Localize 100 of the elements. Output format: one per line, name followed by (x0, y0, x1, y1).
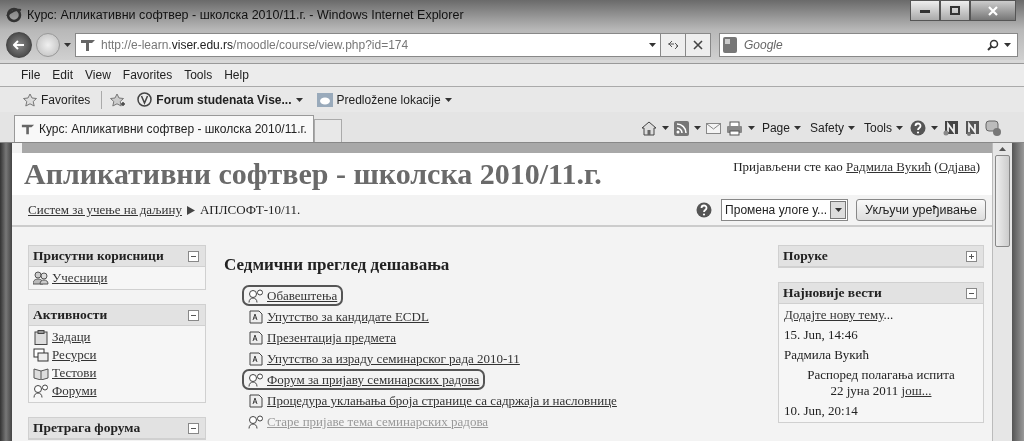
caret-icon[interactable] (295, 97, 303, 102)
edit-mode-button[interactable]: Укључи уређивање (856, 199, 986, 221)
block-title: Најновије вести (783, 285, 882, 301)
collapse-icon[interactable] (188, 250, 199, 262)
window-title: Курс: Апликативни софтвер - школска 2010/11.г. - Windows Internet Explorer (27, 8, 465, 22)
activity-link[interactable]: Обавештења (267, 288, 338, 303)
print-icon[interactable] (725, 120, 743, 136)
help-icon[interactable] (910, 120, 926, 136)
caret-icon[interactable] (896, 126, 903, 130)
clipboard-icon (33, 329, 49, 345)
caret-icon[interactable] (693, 126, 701, 130)
caret-icon[interactable] (848, 126, 855, 130)
command-menu[interactable]: Page (759, 120, 803, 136)
logout-link[interactable]: Одјава (938, 159, 976, 174)
feed-icon[interactable] (673, 120, 689, 136)
caret-icon[interactable] (661, 126, 669, 130)
news-text: Распоред полагања испита 22 јуна 2011 још... (806, 367, 956, 399)
caret-icon[interactable] (931, 126, 938, 130)
browser-tab[interactable]: Курс: Апликативни софтвер - школска 2010/11.г. (14, 115, 314, 142)
scroll-up-icon[interactable] (999, 147, 1006, 151)
close-button[interactable] (970, 0, 1016, 21)
sidebar-link[interactable]: Тестови (52, 365, 97, 381)
menu-item[interactable]: Edit (52, 68, 74, 82)
forum-icon (33, 384, 49, 398)
caret-icon[interactable] (64, 43, 71, 47)
section-heading: Седмични преглед дешавања (224, 255, 451, 275)
activity-link[interactable]: Упутство за кандидате ECDL (267, 309, 429, 324)
ellipsis-text: ... (883, 307, 894, 322)
login-status: Пријављени сте као (733, 159, 843, 174)
suggested-sites-icon (316, 92, 333, 107)
news-date: 15. Jun, 14:46 (784, 327, 859, 343)
menu-item[interactable]: Help (224, 68, 249, 82)
document-icon (248, 330, 264, 345)
role-select[interactable]: Промена улоге у... (721, 199, 849, 221)
caret-icon[interactable] (1004, 43, 1011, 47)
search-bar[interactable]: Google (719, 33, 1018, 57)
notebook-icon[interactable] (943, 120, 959, 136)
collapse-icon[interactable] (188, 309, 199, 321)
user-link[interactable]: Радмила Вукић (846, 159, 932, 174)
command-menu[interactable]: Tools (862, 120, 905, 136)
menu-item[interactable]: View (85, 68, 111, 82)
news-author: Радмила Вукић (784, 347, 871, 363)
maximize-icon (950, 6, 960, 15)
search-icon[interactable] (987, 39, 999, 51)
caret-icon[interactable] (444, 97, 452, 102)
sidebar-link[interactable]: Ресурси (52, 347, 97, 363)
block-title: Активности (33, 307, 108, 323)
menu-item[interactable]: Tools (184, 68, 213, 82)
breadcrumb-separator-icon (186, 205, 195, 215)
document-icon (248, 393, 264, 408)
close-icon (988, 5, 998, 16)
caret-icon[interactable] (793, 126, 801, 130)
stop-button[interactable] (685, 33, 711, 57)
block-title: Присутни корисници (33, 248, 164, 264)
caret-icon[interactable] (834, 208, 842, 212)
breadcrumb-current: АПЛСОФТ-10/11. (199, 202, 301, 218)
expand-icon[interactable] (966, 250, 977, 262)
breadcrumb-link[interactable]: Систем за учење на даљину (28, 202, 182, 218)
caret-icon[interactable] (649, 43, 656, 47)
site-icon (137, 92, 153, 107)
document-icon (248, 309, 264, 324)
favorites-link[interactable]: Predložene lokacije (313, 90, 455, 109)
sidebar-link[interactable]: Учесници (52, 270, 108, 286)
sidebar-link[interactable]: Форуми (52, 383, 97, 399)
activity-link[interactable]: Процедура уклањања броја странице са садржаја и насловнице (267, 393, 617, 408)
activity-link[interactable]: Форум за пријаву семинарских радова (267, 372, 480, 387)
command-menu[interactable]: Safety (807, 120, 857, 136)
favorites-link[interactable]: Forum studenata Vise... (134, 90, 306, 109)
more-link[interactable]: још... (901, 383, 932, 398)
menu-item[interactable]: Favorites (122, 68, 173, 82)
people-icon (33, 271, 49, 285)
add-star-icon[interactable] (110, 92, 127, 107)
windows-icon (33, 348, 49, 362)
caret-icon[interactable] (747, 126, 755, 130)
block-title: Претрага форума (33, 420, 141, 436)
search-field[interactable]: Google (742, 37, 982, 53)
close-icon (693, 40, 703, 50)
parenthesis-text: ) (975, 159, 980, 174)
collapse-icon[interactable] (188, 422, 199, 434)
notebook-icon[interactable] (964, 120, 980, 136)
scrollbar[interactable] (992, 143, 1012, 441)
favorites-button[interactable]: Favorites (20, 90, 94, 109)
menu-item[interactable]: File (21, 68, 41, 82)
address-field[interactable]: http://e-learn.viser.edu.rs/moodle/course/view.php?id=174 (75, 33, 661, 57)
activity-link[interactable]: Упутство за израду семинарског рада 2010-11 (267, 351, 520, 366)
course-title: Апликативни софтвер - школска 2010/11.г. (24, 157, 602, 192)
book-icon (33, 366, 49, 380)
collapse-icon[interactable] (966, 287, 977, 299)
maximize-button[interactable] (940, 0, 970, 21)
back-button[interactable] (6, 32, 32, 58)
scrollbar-thumb[interactable] (995, 155, 1010, 247)
add-topic-link[interactable]: Додајте нову тему (784, 307, 884, 322)
refresh-icon (667, 40, 679, 50)
minimize-button[interactable] (910, 0, 940, 21)
home-icon[interactable] (640, 120, 657, 136)
forum-icon (248, 288, 264, 303)
help-icon[interactable] (696, 202, 713, 218)
sidebar-link[interactable]: Задаци (52, 329, 91, 345)
activity-link[interactable]: Презентација предмета (267, 330, 397, 345)
arrow-left-icon (13, 40, 25, 50)
